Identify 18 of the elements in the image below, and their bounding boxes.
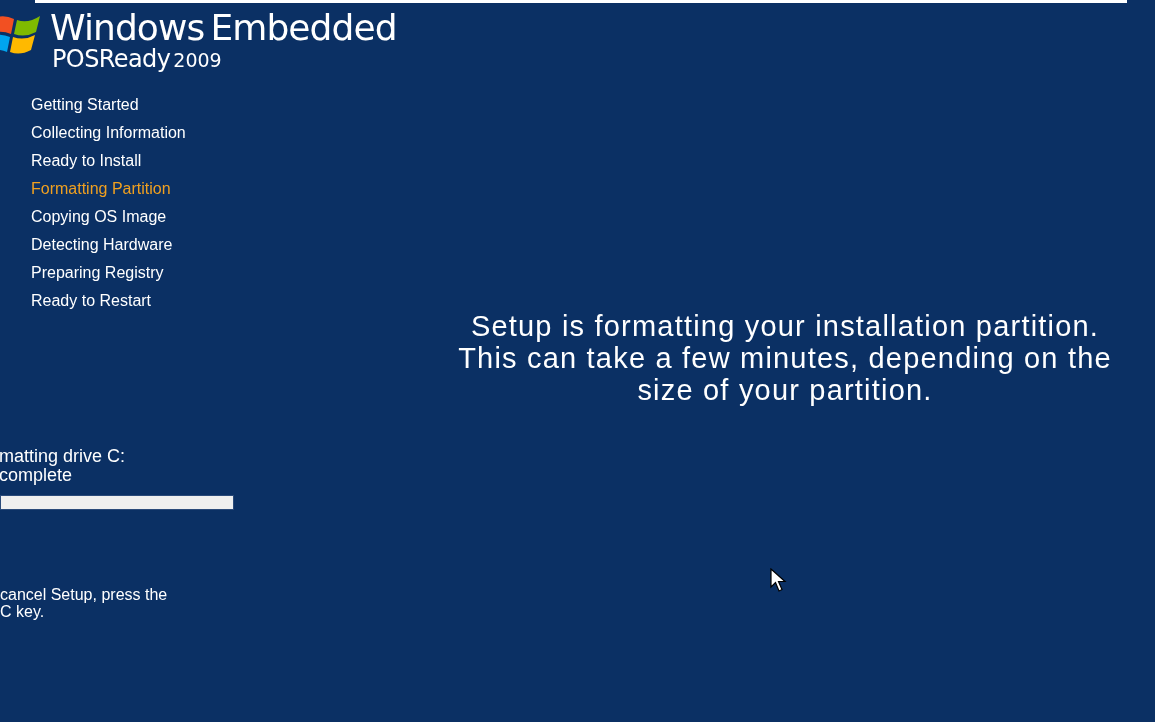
status-text: complete xyxy=(0,466,74,485)
setup-step: Preparing Registry xyxy=(31,263,415,283)
setup-step: Copying OS Image xyxy=(31,207,415,227)
setup-step: Ready to Install xyxy=(31,151,415,171)
cancel-hint-text: cancel Setup, press the xyxy=(0,586,169,603)
status-text: matting drive C: xyxy=(0,447,127,466)
setup-step: Ready to Restart xyxy=(31,291,415,311)
setup-step: Formatting Partition xyxy=(31,179,415,199)
edition-wordmark: POSReady xyxy=(52,47,171,71)
setup-step: Detecting Hardware xyxy=(31,235,415,255)
brand-wordmark: Windows xyxy=(50,10,205,46)
year-wordmark: 2009 xyxy=(173,51,222,70)
product-wordmark: Embedded xyxy=(210,10,397,46)
setup-step: Collecting Information xyxy=(31,123,415,143)
setup-step: Getting Started xyxy=(31,95,415,115)
cancel-hint-text: C key. xyxy=(0,603,46,620)
mouse-pointer-icon xyxy=(770,568,788,594)
setup-message: Setup is formatting your installation partition. This can take a few minutes, depending on the size of your partition. xyxy=(457,310,1113,406)
